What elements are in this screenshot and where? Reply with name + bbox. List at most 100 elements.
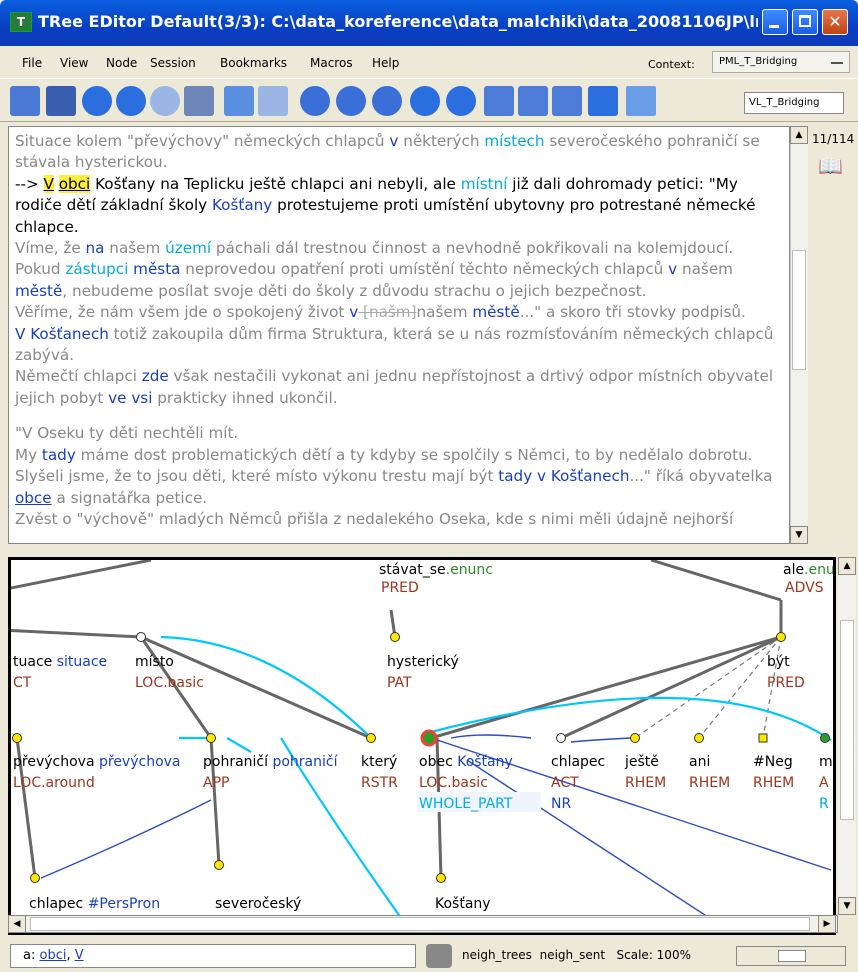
dashed-edges (634, 636, 782, 739)
context-select[interactable]: PML_T_Bridging (712, 51, 850, 73)
node-label: který (361, 754, 397, 770)
first-tree-icon[interactable] (82, 86, 112, 116)
status-field: a: obci, V (10, 944, 416, 968)
node-label: ani (689, 754, 710, 770)
search-prev-icon[interactable] (372, 86, 402, 116)
tree-vscroll-thumb[interactable] (840, 620, 854, 820)
text-scroll-thumb[interactable] (792, 250, 806, 370)
close-button[interactable]: ✕ (822, 9, 848, 35)
menu-file[interactable]: File (22, 56, 42, 70)
tree-view[interactable]: stávat_se.enunc PRED ale.enu ADVS tuace … (8, 557, 836, 935)
tree-node[interactable] (136, 632, 146, 642)
app-logo-icon: T (10, 12, 32, 32)
tree-node[interactable] (214, 860, 224, 870)
sentence-6: V Košťanech totiž zakoupila dům firma St… (15, 324, 774, 365)
top-node-label: stávat_se.enunc (379, 562, 493, 578)
next-tree-disabled-icon[interactable] (150, 86, 180, 116)
stylesheet-icon[interactable] (626, 86, 656, 116)
close-view-icon[interactable] (552, 86, 582, 116)
menu-session[interactable]: Session (150, 56, 196, 70)
context-label: Context: (648, 58, 695, 71)
layer-select[interactable]: VL_T_Bridging (744, 92, 844, 114)
menu-node[interactable]: Node (106, 56, 137, 70)
maximize-button[interactable] (792, 9, 818, 35)
dropdown-icon (831, 62, 843, 64)
sentence-text-pane[interactable]: Situace kolem "převýchovy" německých chl… (8, 126, 790, 544)
redo-icon[interactable] (258, 86, 288, 116)
status-link-v[interactable]: V (75, 948, 84, 963)
tree-node[interactable] (436, 873, 446, 883)
prev-tree-icon[interactable] (116, 86, 146, 116)
menu-macros[interactable]: Macros (310, 56, 353, 70)
scroll-down-icon[interactable]: ▼ (790, 526, 808, 544)
context-value: PML_T_Bridging (719, 56, 798, 67)
tree-node[interactable] (366, 733, 376, 743)
node-label: chlapec (551, 754, 605, 770)
node-label: obec Košťany (419, 754, 513, 770)
node-func: CT (13, 675, 32, 691)
scroll-up-icon[interactable]: ▲ (790, 126, 808, 144)
tree-node[interactable] (390, 632, 400, 642)
sentence-7: Němečtí chlapci zde však nestačili vykon… (15, 367, 774, 407)
node-func: APP (203, 775, 229, 791)
tree-node[interactable] (776, 632, 786, 642)
node-func: PRED (767, 675, 805, 691)
status-right: neigh_trees neigh_sent Scale: 100% (462, 948, 691, 962)
node-label: tuace situace (13, 654, 107, 670)
print-icon[interactable] (184, 86, 214, 116)
node-func: LOC.around (13, 775, 95, 791)
node-func: RSTR (361, 775, 398, 791)
node-func: RHEM (753, 775, 794, 791)
next-sentence-icon[interactable] (446, 86, 476, 116)
tree-scroll-down-icon[interactable]: ▼ (838, 897, 856, 915)
undo-icon[interactable] (224, 86, 254, 116)
tree-node[interactable] (694, 733, 704, 743)
sentence-10: Slyšeli jsme, že to jsou děti, které mís… (15, 467, 773, 507)
status-link-obci[interactable]: obci (39, 948, 66, 963)
scale-label: Scale: 100% (616, 948, 691, 962)
menu-help[interactable]: Help (372, 56, 399, 70)
sentence-5: Věříme, že nám všem jde o spokojený živo… (15, 303, 746, 322)
prev-sentence-icon[interactable] (410, 86, 440, 116)
tree-node[interactable] (12, 733, 22, 743)
menu-bookmarks[interactable]: Bookmarks (220, 56, 287, 70)
search-icon[interactable] (300, 86, 330, 116)
selected-node[interactable] (420, 729, 438, 747)
node-label: převýchova převýchova (13, 754, 181, 770)
text-coref-arrows (160, 635, 832, 932)
tree-node[interactable] (556, 733, 566, 743)
neigh-trees-toggle[interactable]: neigh_trees (462, 948, 532, 962)
lock-icon[interactable] (588, 86, 618, 116)
coref-label: R (819, 796, 829, 812)
tree-node[interactable] (206, 733, 216, 743)
tree-canvas[interactable]: stávat_se.enunc PRED ale.enu ADVS tuace … (11, 560, 833, 932)
neigh-sent-toggle[interactable]: neigh_sent (540, 948, 606, 962)
split-horizontal-icon[interactable] (484, 86, 514, 116)
tree-node[interactable] (30, 873, 40, 883)
split-vertical-icon[interactable] (518, 86, 548, 116)
search-next-icon[interactable] (336, 86, 366, 116)
tree-node[interactable] (758, 733, 768, 743)
node-func: RHEM (625, 775, 666, 791)
node-label: chlapec #PersPron (29, 896, 160, 912)
node-label: místo (135, 654, 174, 670)
sentence-9: My tady máme dost problematických dětí a… (15, 445, 753, 464)
save-icon[interactable] (46, 86, 76, 116)
sentence-1: Situace kolem "převýchovy" německých chl… (15, 132, 760, 172)
tree-scroll-up-icon[interactable]: ▲ (838, 557, 856, 575)
book-icon[interactable]: 📖 (818, 154, 844, 178)
tree-node[interactable] (630, 733, 640, 743)
puzzle-icon[interactable] (426, 944, 452, 968)
scale-slider-thumb[interactable] (778, 950, 806, 962)
minimize-button[interactable] (762, 9, 788, 35)
node-label: m (819, 754, 833, 770)
tree-hscroll-thumb[interactable] (30, 917, 810, 931)
tree-node[interactable] (820, 733, 830, 743)
tree-scroll-right-icon[interactable]: ▶ (818, 915, 836, 933)
ale-node-func: ADVS (785, 580, 824, 596)
menu-view[interactable]: View (60, 56, 88, 70)
open-file-icon[interactable] (10, 86, 40, 116)
node-func: ACT (551, 775, 579, 791)
node-func: PAT (387, 675, 412, 691)
tree-scroll-left-icon[interactable]: ◀ (8, 915, 26, 933)
